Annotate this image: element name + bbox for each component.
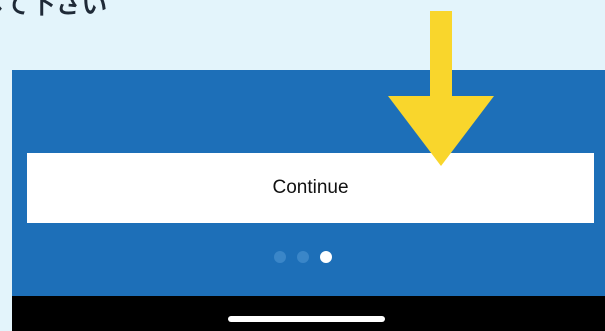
page-dot-1 xyxy=(274,251,286,263)
page-dot-2 xyxy=(297,251,309,263)
home-indicator[interactable] xyxy=(228,316,385,322)
page-indicator xyxy=(274,251,332,263)
phone-screen: Continue xyxy=(12,70,605,331)
arrow-head xyxy=(388,96,494,166)
arrow-shaft xyxy=(430,11,452,101)
system-nav-bar xyxy=(12,296,605,331)
page-dot-3-active xyxy=(320,251,332,263)
instruction-caption: して下さい xyxy=(0,0,108,20)
arrow-down-icon xyxy=(388,11,494,166)
continue-button[interactable]: Continue xyxy=(27,153,594,223)
